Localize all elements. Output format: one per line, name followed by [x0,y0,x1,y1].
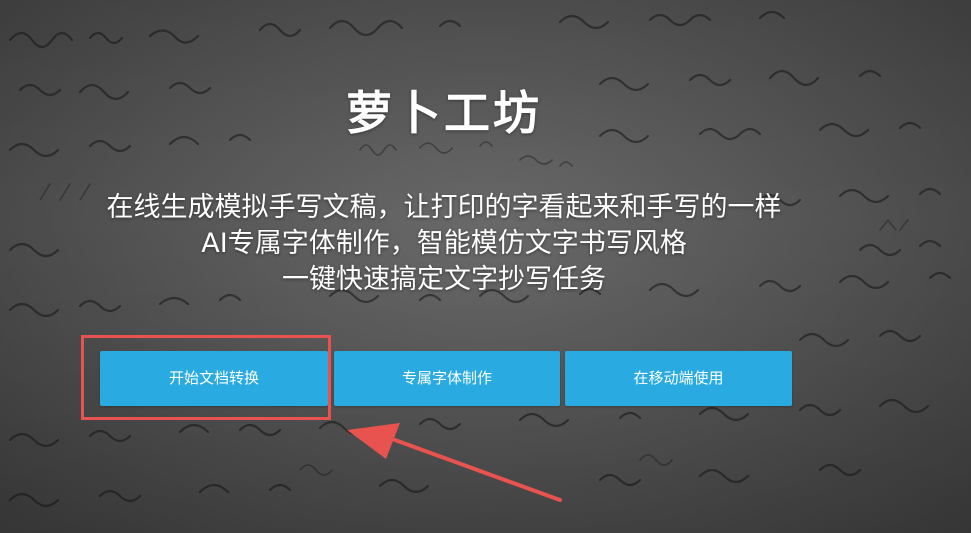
hero-section: 萝卜工坊 在线生成模拟手写文稿，让打印的字看起来和手写的一样 AI专属字体制作，… [0,0,971,533]
start-document-conversion-button[interactable]: 开始文档转换 [100,351,328,406]
site-title: 萝卜工坊 [346,86,542,140]
tagline-line-3: 一键快速搞定文字抄写任务 [282,264,606,295]
tagline-line-2: AI专属字体制作，智能模仿文字书写风格 [201,228,687,259]
custom-font-creation-button[interactable]: 专属字体制作 [334,351,560,406]
tagline-line-1: 在线生成模拟手写文稿，让打印的字看起来和手写的一样 [106,192,782,223]
use-on-mobile-button[interactable]: 在移动端使用 [565,351,792,406]
